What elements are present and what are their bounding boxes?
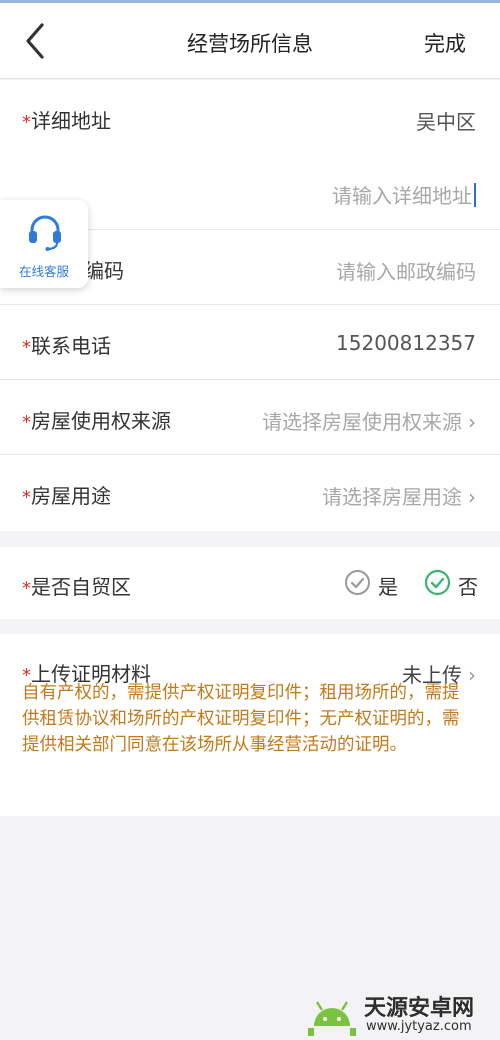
ownership-source-label: 房屋使用权来源	[31, 409, 171, 433]
district-select[interactable]: 吴中区	[416, 106, 476, 135]
chevron-right-icon: ›	[468, 485, 476, 509]
required-mark: *	[22, 337, 31, 358]
ownership-source-row[interactable]: *房屋使用权来源 请选择房屋使用权来源 ›	[0, 380, 500, 455]
usage-label: 房屋用途	[31, 484, 111, 508]
required-mark: *	[22, 487, 31, 508]
usage-select[interactable]: 请选择房屋用途 ›	[322, 481, 476, 510]
online-service-label: 在线客服	[18, 264, 69, 279]
site-watermark: 天源安卓网 www.jytyaz.com	[302, 990, 500, 1040]
upload-hint-text: 自有产权的，需提供产权证明复印件；租用场所的，需提供租赁协议和场所的产权证明复印…	[22, 683, 460, 755]
upload-row[interactable]: *上传证明材料 未上传 ›	[0, 634, 500, 687]
postal-input[interactable]: 请输入邮政编码	[336, 256, 476, 285]
address-section: *详细地址 吴中区 请输入详细地址 编码 请输入邮政编码 *联系电话 15200…	[0, 80, 500, 531]
required-mark: *	[22, 578, 31, 599]
ownership-source-select[interactable]: 请选择房屋使用权来源 ›	[262, 406, 476, 435]
done-button[interactable]: 完成	[424, 28, 466, 58]
online-service-widget[interactable]: 在线客服	[0, 200, 88, 288]
text-cursor	[474, 183, 476, 207]
required-mark: *	[22, 412, 31, 433]
headset-icon	[29, 215, 61, 251]
radio-option-no[interactable]: 否	[424, 569, 484, 599]
address-label: 详细地址	[31, 109, 111, 133]
usage-row[interactable]: *房屋用途 请选择房屋用途 ›	[0, 455, 500, 531]
radio-label-no: 否	[458, 575, 478, 599]
radio-label-yes: 是	[378, 575, 398, 599]
required-mark: *	[22, 112, 31, 133]
phone-label: 联系电话	[31, 334, 111, 358]
address-input[interactable]: 请输入详细地址	[332, 180, 476, 209]
postal-label: 编码	[84, 259, 124, 283]
watermark-url: www.jytyaz.com	[366, 1019, 472, 1034]
check-circle-icon	[424, 569, 451, 596]
phone-row: *联系电话 15200812357	[0, 305, 500, 380]
radio-option-yes[interactable]: 是	[344, 569, 404, 599]
free-trade-zone-label: 是否自贸区	[31, 575, 131, 599]
chevron-right-icon: ›	[468, 410, 476, 434]
check-circle-icon	[345, 570, 370, 595]
free-trade-zone-section: *是否自贸区 是 否	[0, 547, 500, 619]
nav-bar: 经营场所信息 完成	[0, 3, 500, 79]
android-logo-icon	[308, 1001, 356, 1036]
address-placeholder: 请输入详细地址	[332, 184, 472, 208]
watermark-name: 天源安卓网	[364, 996, 475, 1021]
phone-input[interactable]: 15200812357	[336, 331, 476, 355]
chevron-right-icon: ›	[468, 663, 476, 687]
